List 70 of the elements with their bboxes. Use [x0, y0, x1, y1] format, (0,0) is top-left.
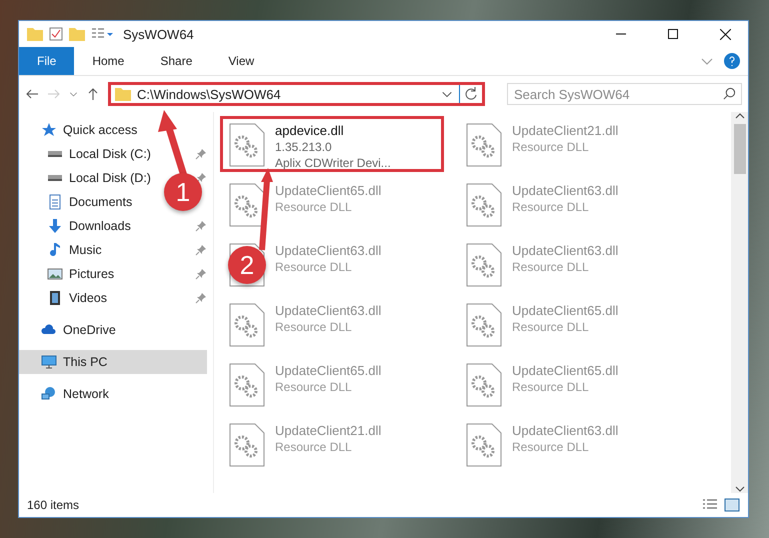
ribbon-tab[interactable]: File [19, 47, 74, 75]
file-detail: 1.35.213.0 [275, 140, 333, 154]
properties-icon[interactable] [49, 27, 63, 41]
sidebar-item[interactable]: Network [19, 382, 115, 406]
settings-file-icon [229, 423, 265, 467]
help-icon[interactable] [724, 53, 740, 69]
sidebar-item[interactable]: Documents [19, 190, 138, 214]
folder-icon [27, 27, 43, 41]
ribbon-tab[interactable]: View [210, 47, 272, 75]
item-count: 160 items [27, 498, 80, 512]
settings-file-icon [229, 183, 265, 227]
window-title: SysWOW64 [123, 26, 195, 42]
download-arrow-icon [47, 218, 63, 234]
file-detail: Resource DLL [275, 380, 353, 394]
document-icon [47, 194, 63, 210]
folder-icon [115, 87, 131, 101]
maximize-icon [668, 29, 678, 39]
sidebar-item[interactable]: Local Disk (C:) [19, 142, 157, 166]
file-name[interactable]: apdevice.dll [275, 123, 391, 138]
up-icon[interactable] [86, 87, 100, 101]
star-icon [41, 122, 57, 138]
address-bar[interactable]: C:\Windows\SysWOW64 [108, 82, 485, 106]
scroll-up-icon[interactable] [734, 112, 744, 120]
sidebar-item[interactable]: OneDrive [19, 318, 122, 342]
sidebar-item[interactable]: Pictures [19, 262, 120, 286]
settings-file-icon [466, 423, 502, 467]
file-detail: Resource DLL [512, 200, 590, 214]
file-detail: Resource DLL [275, 260, 353, 274]
sidebar-item[interactable]: This PC [19, 350, 207, 374]
file-detail: Resource DLL [512, 380, 590, 394]
file-detail: Resource DLL [512, 260, 590, 274]
sidebar-item[interactable]: Music [19, 238, 108, 262]
sidebar-item[interactable]: Quick access [19, 118, 144, 142]
scrollbar[interactable] [731, 112, 748, 493]
network-icon [41, 386, 57, 402]
sidebar-item[interactable]: Downloads [19, 214, 137, 238]
film-icon [47, 290, 63, 306]
file-detail: Resource DLL [512, 320, 590, 334]
file-detail: Resource DLL [275, 440, 353, 454]
music-note-icon [47, 242, 63, 258]
scroll-down-icon[interactable] [734, 485, 744, 493]
scrollbar-thumb[interactable] [734, 124, 746, 174]
settings-file-icon [466, 303, 502, 347]
file-detail: Aplix CDWriter Devi... [275, 156, 391, 170]
settings-file-icon [229, 363, 265, 407]
settings-file-icon [466, 243, 502, 287]
ribbon-tab[interactable]: Share [142, 47, 210, 75]
search-field[interactable]: Search SysWOW64 [507, 83, 742, 105]
selected-file-frame[interactable]: apdevice.dll 1.35.213.0 Aplix CDWriter Devi... [220, 116, 444, 172]
file-detail: Resource DLL [512, 440, 590, 454]
file-detail: Resource DLL [512, 140, 590, 154]
drive-icon [47, 174, 63, 182]
settings-file-icon [466, 183, 502, 227]
new-folder-icon [69, 27, 85, 41]
ribbon-tab[interactable]: Home [74, 47, 142, 75]
search-icon [723, 87, 736, 100]
back-icon[interactable] [25, 87, 39, 101]
settings-file-icon [229, 123, 265, 167]
close-icon [720, 28, 730, 40]
drive-icon [47, 150, 63, 158]
settings-file-icon [466, 123, 502, 167]
file-detail: Resource DLL [275, 200, 353, 214]
monitor-icon [41, 354, 57, 370]
sidebar-item[interactable]: Videos [19, 286, 113, 310]
settings-file-icon [229, 303, 265, 347]
file-detail: Resource DLL [275, 320, 353, 334]
settings-file-icon [466, 363, 502, 407]
sidebar-item[interactable]: Local Disk (D:) [19, 166, 157, 190]
picture-icon [47, 266, 63, 282]
tiles-view-icon[interactable] [724, 498, 740, 512]
